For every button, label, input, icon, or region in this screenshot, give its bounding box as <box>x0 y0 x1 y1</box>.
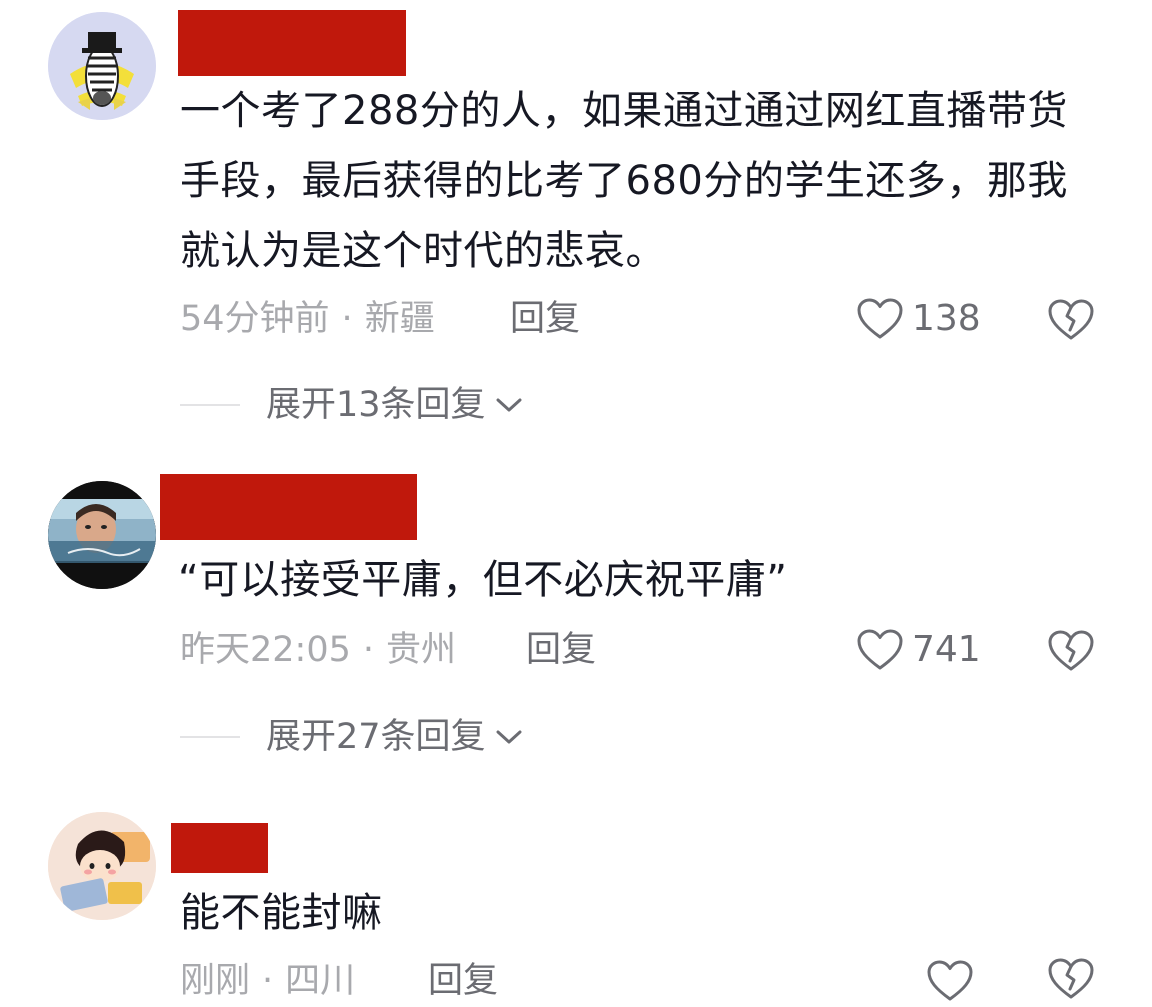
comment-location: 四川 <box>285 961 356 1001</box>
avatar[interactable] <box>48 812 156 920</box>
dislike-button[interactable] <box>1046 953 1096 1003</box>
cartoon-girl-avatar-icon <box>48 812 156 920</box>
comment-text: 能不能封嘛 <box>180 890 383 936</box>
reply-button[interactable]: 回复 <box>428 956 498 1006</box>
meta-separator: · <box>262 961 274 1001</box>
comment-item: 能不能封嘛 刚刚 · 四川 回复 <box>0 0 1152 1003</box>
heart-outline-icon <box>927 960 973 1001</box>
comment-time: 刚刚 <box>180 961 251 1001</box>
like-button[interactable] <box>926 956 974 1006</box>
comment-meta: 刚刚 · 四川 回复 <box>180 956 1120 1006</box>
broken-heart-icon <box>1048 958 1094 999</box>
username-redacted[interactable] <box>171 823 268 873</box>
